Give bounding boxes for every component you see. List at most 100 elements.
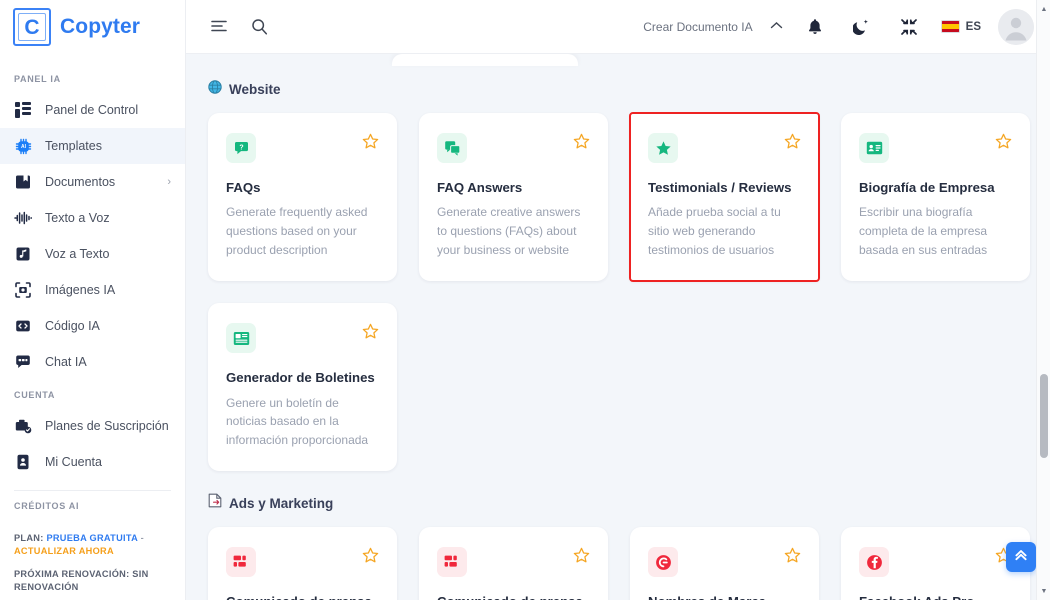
- card-description: Genere un boletín de noticias basado en …: [226, 395, 369, 447]
- sidebar-section-account-label: CUENTA: [14, 390, 56, 400]
- card-top: [437, 547, 590, 578]
- template-card-nombres-de-marca[interactable]: Nombres de Marca Generar nombres de marc…: [630, 527, 819, 600]
- favorite-star-icon[interactable]: [784, 133, 801, 155]
- waveform-icon: [14, 209, 32, 227]
- language-selector[interactable]: ES: [940, 20, 981, 33]
- search-icon[interactable]: [244, 12, 274, 42]
- favorite-star-icon[interactable]: [995, 133, 1012, 155]
- plan-prefix: PLAN:: [14, 533, 44, 543]
- sidebar-item-texto-a-voz[interactable]: Texto a Voz: [0, 200, 185, 236]
- plan-line: PLAN: PRUEBA GRATUITA - ACTUALIZAR AHORA: [14, 532, 171, 559]
- section-title: Website: [229, 82, 281, 97]
- sidebar-item-label: Código IA: [45, 319, 100, 333]
- scroll-to-top-button[interactable]: [1006, 542, 1036, 572]
- card-description: Añade prueba social a tu sitio web gener…: [648, 205, 781, 257]
- card-title: Comunicado de prensa de empresa: [226, 593, 379, 600]
- brand-mark-letter: C: [24, 15, 40, 39]
- sidebar-item-label: Templates: [45, 139, 102, 153]
- sidebar-item-codigo-ia[interactable]: Código IA: [0, 308, 185, 344]
- templates-content: Website ? FAQs Generate frequently asked…: [186, 54, 1050, 600]
- sidebar-item-panel-de-control[interactable]: Panel de Control: [0, 92, 185, 128]
- ai-chip-icon: AI: [14, 137, 32, 155]
- credits-block: PLAN: PRUEBA GRATUITA - ACTUALIZAR AHORA…: [0, 519, 185, 594]
- plan-upgrade-link[interactable]: ACTUALIZAR AHORA: [14, 546, 114, 556]
- favorite-star-icon[interactable]: [362, 323, 379, 345]
- brand-mark-icon: C: [13, 8, 51, 46]
- template-card-generador-de-boletines[interactable]: Generador de Boletines Genere un boletín…: [208, 303, 397, 472]
- favorite-star-icon[interactable]: [784, 547, 801, 569]
- card-title: Testimonials / Reviews: [648, 180, 792, 195]
- sidebar-item-imagenes-ia[interactable]: Imágenes IA: [0, 272, 185, 308]
- brand-name: Copyter: [60, 15, 141, 38]
- menu-icon[interactable]: [204, 12, 234, 42]
- documents-icon: [14, 173, 32, 191]
- sidebar-item-label: Planes de Suscripción: [45, 419, 169, 433]
- section-title: Ads y Marketing: [229, 495, 334, 511]
- sidebar-item-templates[interactable]: AI Templates: [0, 128, 185, 164]
- plan-dash: -: [140, 533, 144, 543]
- language-label: ES: [965, 20, 981, 33]
- card-description: Escribir una biografía completa de la em…: [859, 205, 988, 257]
- scrollbar-thumb[interactable]: [1040, 374, 1048, 458]
- bubbles-question-icon: [437, 133, 467, 163]
- template-card-faqs[interactable]: ? FAQs Generate frequently asked questio…: [208, 113, 397, 282]
- card-description: Generate frequently asked questions base…: [226, 205, 368, 257]
- favorite-star-icon[interactable]: [362, 547, 379, 569]
- chevron-right-icon: ›: [167, 176, 171, 188]
- sidebar-item-voz-a-texto[interactable]: Voz a Texto: [0, 236, 185, 272]
- favorite-star-icon[interactable]: [362, 133, 379, 155]
- sidebar-item-label: Documentos: [45, 175, 116, 189]
- template-card-comunicado-prensa-marca[interactable]: Comunicado de prensa de marca/producto E…: [419, 527, 608, 600]
- moon-icon[interactable]: [847, 12, 877, 42]
- chevron-up-icon[interactable]: [770, 21, 783, 33]
- window-scrollbar[interactable]: ▲ ▼: [1036, 0, 1050, 600]
- card-top: [226, 323, 379, 354]
- audio-file-icon: [14, 245, 32, 263]
- plan-value[interactable]: PRUEBA GRATUITA: [46, 533, 137, 543]
- sidebar-item-label: Texto a Voz: [45, 211, 110, 225]
- sidebar-item-documentos[interactable]: Documentos ›: [0, 164, 185, 200]
- image-ai-icon: [14, 281, 32, 299]
- scrollbar-down-arrow-icon[interactable]: ▼: [1037, 584, 1050, 598]
- sidebar-item-planes-de-suscripcion[interactable]: Planes de Suscripción: [0, 408, 185, 444]
- topbar: Crear Documento IA ES: [186, 0, 1050, 54]
- card-title: Nombres de Marca: [648, 593, 801, 600]
- create-document-button[interactable]: Crear Documento IA: [643, 20, 752, 34]
- scrollbar-up-arrow-icon[interactable]: ▲: [1037, 2, 1050, 16]
- ads-blocks-icon: [437, 547, 467, 578]
- card-top: ?: [226, 133, 379, 163]
- previous-card-peek: [392, 54, 578, 66]
- card-top: [437, 133, 590, 163]
- card-title: Comunicado de prensa de marca/producto: [437, 593, 590, 600]
- main-area: Crear Documento IA ES Website ? FAQs Gen…: [186, 0, 1050, 600]
- section-header-website: Website: [208, 80, 1030, 99]
- card-top: [648, 547, 801, 578]
- template-card-testimonials-reviews[interactable]: Testimonials / Reviews Añade prueba soci…: [629, 111, 820, 283]
- template-card-facebook-ads-pro[interactable]: Facebook Ads Pro Write Facebook ads that…: [841, 527, 1030, 600]
- sidebar-item-chat-ia[interactable]: Chat IA: [0, 344, 185, 380]
- template-card-biografia-de-empresa[interactable]: Biografía de Empresa Escribir una biogra…: [841, 113, 1030, 282]
- star-filled-icon: [648, 133, 678, 163]
- template-card-comunicado-prensa-empresa[interactable]: Comunicado de prensa de empresa Redactar…: [208, 527, 397, 600]
- sidebar-item-label: Panel de Control: [45, 103, 139, 117]
- topbar-right: Crear Documento IA ES: [643, 8, 1034, 45]
- bell-icon[interactable]: [800, 12, 830, 42]
- brand-logo[interactable]: C Copyter: [0, 0, 185, 54]
- renewal-line: PRÓXIMA RENOVACIÓN: SIN RENOVACIÓN: [14, 568, 149, 593]
- chat-icon: [14, 353, 32, 371]
- favorite-star-icon[interactable]: [573, 547, 590, 569]
- sidebar-item-label: Chat IA: [45, 355, 87, 369]
- facebook-icon: [859, 547, 889, 578]
- sidebar-item-mi-cuenta[interactable]: Mi Cuenta: [0, 444, 185, 480]
- document-arrow-icon: [208, 493, 222, 513]
- sidebar: C Copyter PANEL IA Panel de Control AI T…: [0, 0, 186, 600]
- sidebar-section-panel-label: PANEL IA: [14, 74, 61, 84]
- dashboard-icon: [14, 101, 32, 119]
- avatar[interactable]: [998, 8, 1034, 45]
- sidebar-item-label: Imágenes IA: [45, 283, 116, 297]
- compress-icon[interactable]: [894, 12, 924, 42]
- favorite-star-icon[interactable]: [573, 133, 590, 155]
- sidebar-item-label: Voz a Texto: [45, 247, 110, 261]
- section-header-ads-marketing: Ads y Marketing: [208, 493, 1030, 513]
- template-card-faq-answers[interactable]: FAQ Answers Generate creative answers to…: [419, 113, 608, 282]
